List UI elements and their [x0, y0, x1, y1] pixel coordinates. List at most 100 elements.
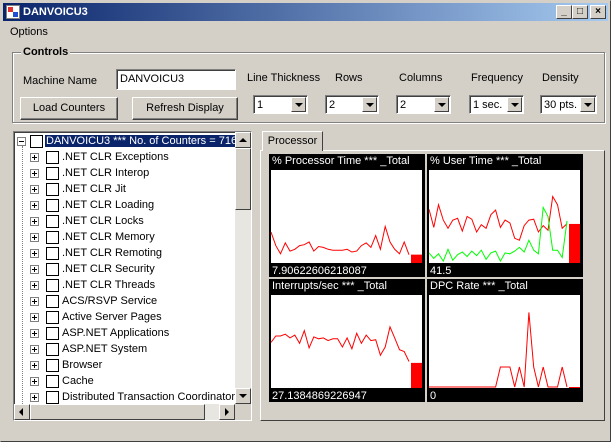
- tree-item[interactable]: ASP.NET System: [14, 342, 251, 358]
- tree-item[interactable]: .NET CLR Security: [14, 262, 251, 278]
- tree-item-checkbox[interactable]: [46, 327, 59, 340]
- scroll-down-button[interactable]: [235, 388, 251, 404]
- tree-item-label: .NET CLR Exceptions: [62, 151, 169, 163]
- graph-level-bar: [411, 254, 422, 263]
- graph-series-line: [429, 312, 568, 388]
- chevron-down-icon[interactable]: [507, 97, 522, 112]
- scroll-thumb-horizontal[interactable]: [30, 404, 205, 420]
- refresh-display-button[interactable]: Refresh Display: [132, 97, 238, 120]
- tree-item-checkbox[interactable]: [46, 343, 59, 356]
- expand-icon[interactable]: [30, 169, 39, 178]
- tree-item[interactable]: ACS/RSVP Service: [14, 294, 251, 310]
- line-thickness-select[interactable]: 1: [253, 95, 308, 114]
- graph-level-bar: [411, 362, 422, 388]
- tree-root-node[interactable]: DANVOICU3 *** No. of Counters = 7168: [14, 134, 251, 150]
- machine-name-input[interactable]: DANVOICU3: [116, 69, 236, 90]
- graph-series-line: [429, 205, 568, 263]
- expand-icon[interactable]: [30, 297, 39, 306]
- close-button[interactable]: ×: [590, 5, 606, 19]
- expand-icon[interactable]: [30, 249, 39, 258]
- tree-item[interactable]: Browser: [14, 358, 251, 374]
- frequency-value: 1 sec.: [473, 99, 503, 111]
- minimize-button[interactable]: _: [556, 5, 572, 19]
- chevron-down-icon[interactable]: [362, 97, 377, 112]
- expand-icon[interactable]: [30, 233, 39, 242]
- expand-icon[interactable]: [30, 201, 39, 210]
- tree-root-checkbox[interactable]: [30, 135, 43, 148]
- chevron-down-icon[interactable]: [291, 97, 306, 112]
- frequency-label: Frequency: [471, 72, 523, 84]
- scroll-left-button[interactable]: [14, 404, 30, 420]
- expand-icon[interactable]: [30, 153, 39, 162]
- scroll-up-button[interactable]: [235, 132, 251, 148]
- menu-bar: Options: [3, 23, 608, 41]
- expand-icon[interactable]: [30, 329, 39, 338]
- expand-icon[interactable]: [30, 361, 39, 370]
- tree-item-label: .NET CLR Loading: [62, 199, 155, 211]
- tree-item-checkbox[interactable]: [46, 167, 59, 180]
- tree-item[interactable]: ASP.NET Applications: [14, 326, 251, 342]
- chevron-down-icon[interactable]: [434, 97, 449, 112]
- tree-item-checkbox[interactable]: [46, 295, 59, 308]
- line-thickness-value: 1: [257, 99, 264, 111]
- title-bar[interactable]: DANVOICU3 _ □ ×: [3, 3, 608, 21]
- graph-series-line: [271, 325, 410, 362]
- tree-item-checkbox[interactable]: [46, 247, 59, 260]
- density-select[interactable]: 30 pts.: [540, 95, 597, 114]
- tree-vertical-scrollbar[interactable]: [235, 132, 251, 404]
- tree-item[interactable]: .NET CLR Memory: [14, 230, 251, 246]
- columns-select[interactable]: 2: [396, 95, 451, 114]
- tree-item-label: .NET CLR Memory: [62, 231, 155, 243]
- tree-item-label: .NET CLR Remoting: [62, 247, 163, 259]
- tree-item[interactable]: .NET CLR Jit: [14, 182, 251, 198]
- tree-item[interactable]: .NET CLR Interop: [14, 166, 251, 182]
- main-window: DANVOICU3 _ □ × Options Controls Machine…: [0, 0, 611, 442]
- tree-item-checkbox[interactable]: [46, 183, 59, 196]
- tree-item-checkbox[interactable]: [46, 263, 59, 276]
- expand-icon[interactable]: [30, 265, 39, 274]
- graph-series-line: [271, 224, 410, 255]
- tree-item-checkbox[interactable]: [46, 151, 59, 164]
- graph-svg: [429, 195, 580, 263]
- tab-processor[interactable]: Processor: [262, 131, 323, 151]
- tree-item-checkbox[interactable]: [46, 391, 59, 404]
- tree-item-checkbox[interactable]: [46, 231, 59, 244]
- graph-current-value: 41.5: [430, 265, 452, 277]
- tree-item[interactable]: .NET CLR Loading: [14, 198, 251, 214]
- menu-options[interactable]: Options: [10, 26, 48, 38]
- counter-tree[interactable]: DANVOICU3 *** No. of Counters = 7168 .NET…: [13, 131, 252, 421]
- tree-item-label: ASP.NET System: [62, 343, 148, 355]
- load-counters-button[interactable]: Load Counters: [20, 97, 118, 120]
- tree-item-checkbox[interactable]: [46, 199, 59, 212]
- tree-item[interactable]: .NET CLR Threads: [14, 278, 251, 294]
- scroll-right-button[interactable]: [219, 404, 235, 420]
- tree-item-checkbox[interactable]: [46, 359, 59, 372]
- chevron-down-icon[interactable]: [580, 97, 595, 112]
- tree-item[interactable]: .NET CLR Locks: [14, 214, 251, 230]
- density-value: 30 pts.: [544, 99, 578, 111]
- maximize-button[interactable]: □: [572, 5, 588, 19]
- tree-item[interactable]: Active Server Pages: [14, 310, 251, 326]
- expand-icon[interactable]: [30, 345, 39, 354]
- tree-item-checkbox[interactable]: [46, 279, 59, 292]
- expand-icon[interactable]: [30, 377, 39, 386]
- tree-item-checkbox[interactable]: [46, 215, 59, 228]
- collapse-icon[interactable]: [17, 137, 26, 146]
- expand-icon[interactable]: [30, 313, 39, 322]
- expand-icon[interactable]: [30, 393, 39, 402]
- frequency-select[interactable]: 1 sec.: [469, 95, 524, 114]
- tree-item[interactable]: .NET CLR Remoting: [14, 246, 251, 262]
- expand-icon[interactable]: [30, 185, 39, 194]
- counter-graph: % Processor Time *** _Total 7.90622606218…: [269, 154, 425, 277]
- expand-icon[interactable]: [30, 217, 39, 226]
- tree-item[interactable]: Cache: [14, 374, 251, 390]
- tree-horizontal-scrollbar[interactable]: [14, 404, 235, 420]
- tree-item-checkbox[interactable]: [46, 311, 59, 324]
- graph-svg: [271, 224, 422, 263]
- scroll-thumb-vertical[interactable]: [235, 148, 251, 210]
- expand-icon[interactable]: [30, 281, 39, 290]
- rows-select[interactable]: 2: [325, 95, 379, 114]
- columns-label: Columns: [399, 72, 443, 84]
- tree-item-checkbox[interactable]: [46, 375, 59, 388]
- tree-item[interactable]: .NET CLR Exceptions: [14, 150, 251, 166]
